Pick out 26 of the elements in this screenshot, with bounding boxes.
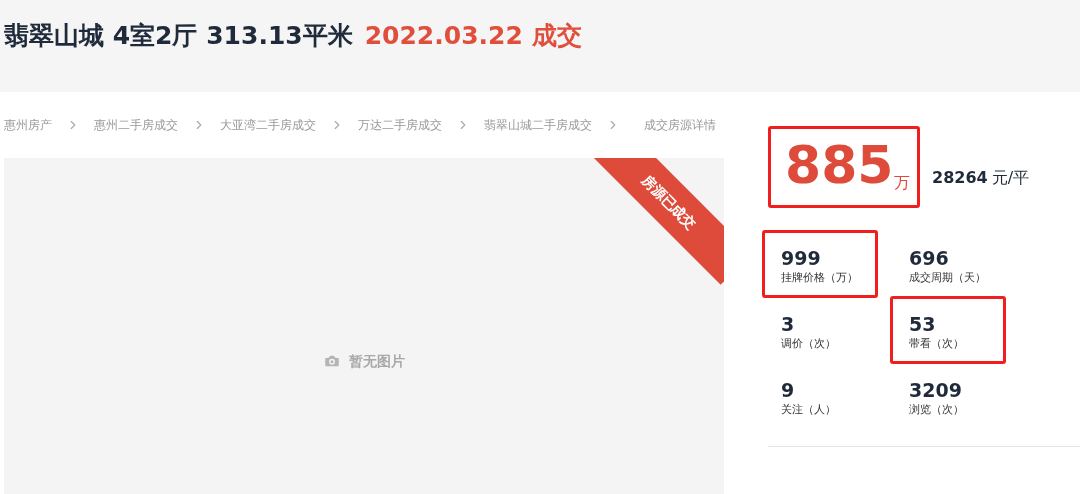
unit-price-unit: 元/平: [991, 167, 1030, 189]
stat-value: 999: [781, 247, 822, 269]
breadcrumb-link[interactable]: 惠州房产: [4, 116, 52, 134]
price-unit: 万: [893, 173, 910, 194]
stat-value: 696: [909, 247, 950, 269]
unit-price: 28264: [932, 167, 988, 189]
price-value: 885: [785, 134, 894, 197]
stat-label: 浏览（次）: [909, 402, 965, 418]
stat-label: 成交周期（天）: [909, 270, 987, 286]
no-image-text: 暂无图片: [349, 351, 405, 371]
breadcrumb-link[interactable]: 大亚湾二手房成交: [220, 116, 316, 134]
stat-label: 带看（次）: [909, 336, 965, 352]
deal-date: 2022.03.22 成交: [364, 20, 582, 52]
breadcrumb-link[interactable]: 万达二手房成交: [358, 116, 442, 134]
stat-label: 挂牌价格（万）: [781, 270, 859, 286]
breadcrumb-link[interactable]: 惠州二手房成交: [94, 116, 178, 134]
stat-label: 调价（次）: [781, 336, 837, 352]
breadcrumb-current: 成交房源详情: [644, 117, 716, 134]
stat-label: 关注（人）: [781, 402, 837, 418]
stat-value: 53: [909, 313, 937, 335]
stat-value: 3209: [909, 379, 963, 401]
listing-title: 翡翠山城 4室2厅 313.13平米: [4, 20, 353, 52]
stat-value: 9: [781, 379, 796, 401]
camera-icon: [323, 352, 341, 370]
stat-value: 3: [781, 313, 796, 335]
breadcrumb-link[interactable]: 翡翠山城二手房成交: [484, 116, 592, 134]
